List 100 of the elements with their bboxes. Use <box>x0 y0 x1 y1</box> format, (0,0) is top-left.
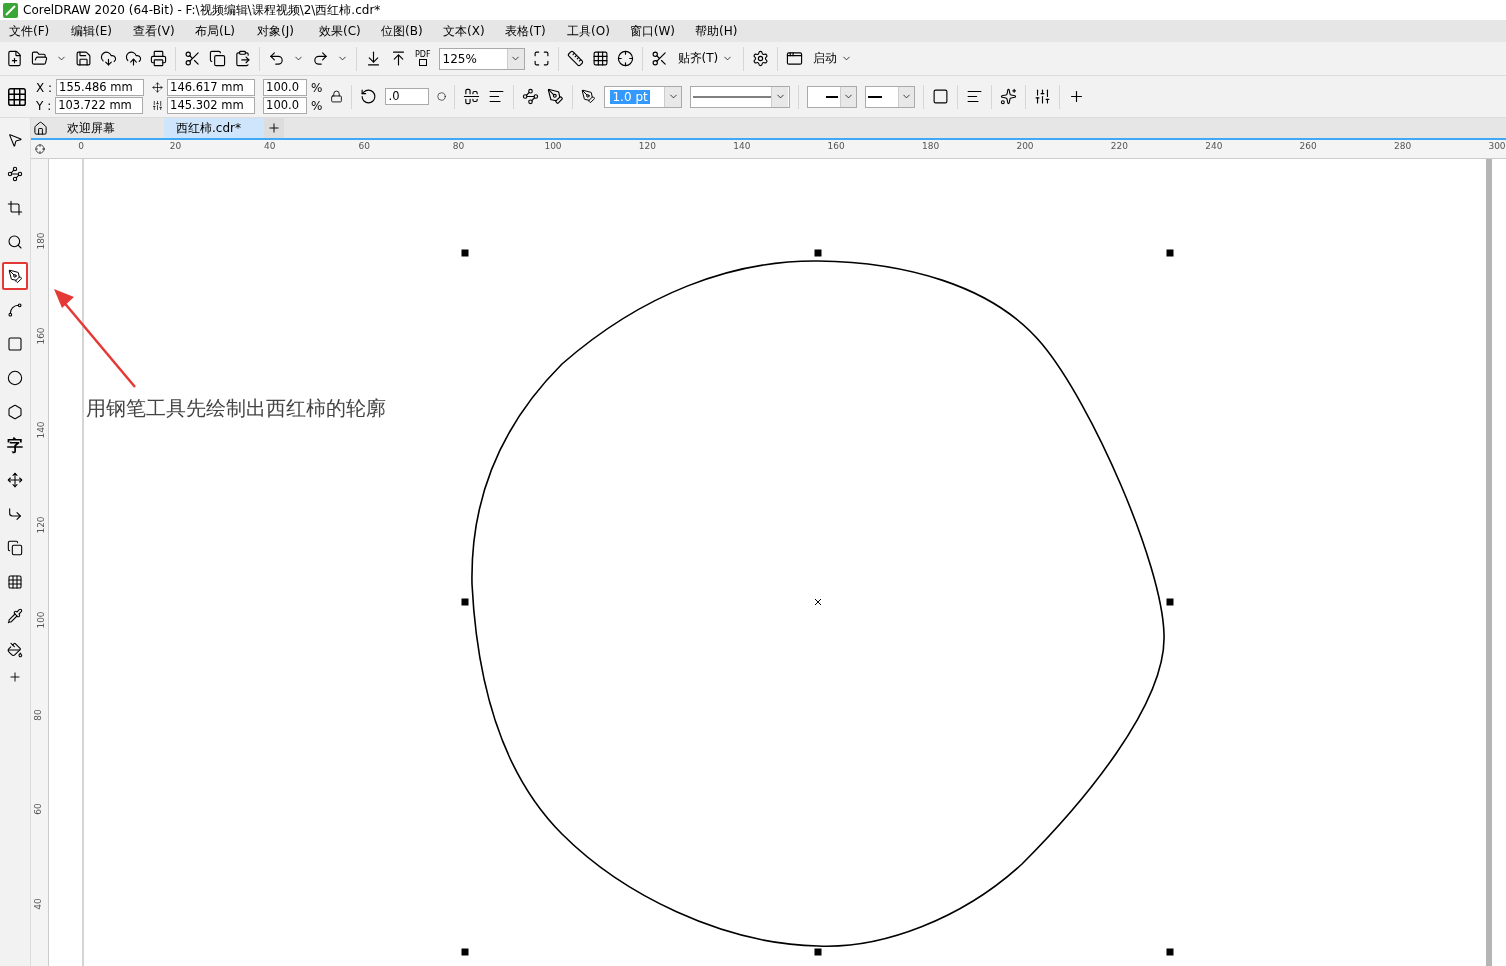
ruler-label: 40 <box>32 898 43 910</box>
x-label: X : <box>36 80 53 95</box>
cut-icon[interactable] <box>184 50 201 67</box>
launch-dropdown[interactable]: 启动 <box>811 50 855 67</box>
ruler-label: 220 <box>1110 141 1128 151</box>
redo-icon[interactable] <box>312 50 329 67</box>
menu-item[interactable]: 查看(V) <box>133 22 175 40</box>
menu-item[interactable]: 帮助(H) <box>695 22 738 40</box>
menu-item[interactable]: 编辑(E) <box>71 22 113 40</box>
save-icon[interactable] <box>75 50 92 67</box>
shadow-icon[interactable] <box>7 540 23 556</box>
selection-handle[interactable] <box>461 598 469 606</box>
menu-item[interactable]: 效果(C) <box>319 22 361 40</box>
menu-item[interactable]: 表格(T) <box>505 22 547 40</box>
solid-line-icon <box>691 94 772 99</box>
node-icon[interactable] <box>522 88 540 105</box>
fill-icon[interactable] <box>7 642 23 658</box>
curve-icon[interactable] <box>7 302 23 318</box>
line-style-dropdown[interactable] <box>690 85 791 108</box>
rotate-icon[interactable] <box>360 88 378 105</box>
add-tool-icon[interactable] <box>8 670 22 684</box>
hexagon-icon[interactable] <box>7 404 23 420</box>
window-icon[interactable] <box>786 50 804 67</box>
center-mark <box>814 598 822 606</box>
undo-icon[interactable] <box>268 50 285 67</box>
ruler-label: 60 <box>32 803 43 815</box>
crop-icon[interactable] <box>7 200 23 216</box>
pen-options-icon[interactable] <box>547 88 565 105</box>
selection-handle[interactable] <box>1166 249 1174 257</box>
selection-handle[interactable] <box>814 249 822 257</box>
end-arrow-dropdown[interactable] <box>865 85 916 108</box>
outline-pen-icon[interactable] <box>581 89 597 104</box>
ruler-label: 180 <box>35 232 46 250</box>
tool-slot[interactable]: 字 <box>2 432 28 460</box>
selection-handle[interactable] <box>461 249 469 257</box>
print-icon[interactable] <box>150 50 167 67</box>
selection-handle[interactable] <box>1166 948 1174 956</box>
eyedropper-icon[interactable] <box>7 608 23 624</box>
zoom-icon[interactable] <box>7 234 23 250</box>
lock-icon[interactable] <box>330 90 344 103</box>
menu-item[interactable]: 文件(F) <box>9 22 51 40</box>
pen-icon[interactable] <box>7 268 23 284</box>
ruler-origin-icon[interactable] <box>34 144 45 154</box>
align-icon[interactable] <box>488 88 506 105</box>
ruler-label: 60 <box>358 141 370 151</box>
menu-item[interactable]: 位图(B) <box>381 22 423 40</box>
ruler-icon[interactable] <box>566 50 584 67</box>
export-icon[interactable] <box>390 50 407 67</box>
ellipse-icon[interactable] <box>7 370 23 386</box>
home-icon[interactable] <box>32 120 48 136</box>
guidelines-icon[interactable] <box>616 50 634 67</box>
snap-dropdown[interactable]: 贴齐(T) <box>675 50 736 67</box>
height-field[interactable]: 145.302 mm <box>167 97 256 114</box>
zoom-level-dropdown[interactable]: 125% <box>438 47 525 70</box>
selection-handle[interactable] <box>461 948 469 956</box>
pointer-icon[interactable] <box>7 132 23 148</box>
ruler-label: 260 <box>1299 141 1317 151</box>
ruler-label: 280 <box>1394 141 1412 151</box>
width-field[interactable]: 146.617 mm <box>167 79 256 96</box>
ruler-label: 160 <box>827 141 845 151</box>
import-icon[interactable] <box>365 50 382 67</box>
ruler-label: 80 <box>32 708 43 721</box>
cloud-download-icon[interactable] <box>100 50 117 67</box>
cloud-upload-icon[interactable] <box>125 50 142 67</box>
grid-icon[interactable] <box>591 50 609 67</box>
percent-sign: % <box>311 80 323 95</box>
menu-item[interactable]: 布局(L) <box>195 22 237 40</box>
rotation-field[interactable]: .0 <box>385 88 430 105</box>
connector-icon[interactable] <box>7 506 23 522</box>
ruler-label: 0 <box>78 141 84 151</box>
rectangle-icon[interactable] <box>7 336 23 352</box>
text-tool-glyph[interactable]: 字 <box>7 435 23 457</box>
tool-slot[interactable] <box>2 262 28 290</box>
open-folder-icon[interactable] <box>31 50 48 67</box>
menu-item[interactable]: 窗口(W) <box>629 22 676 40</box>
shape-tool-icon[interactable] <box>7 166 23 182</box>
menu-item[interactable]: 工具(O) <box>567 22 610 40</box>
selection-handle[interactable] <box>814 948 822 956</box>
scale-y-field[interactable]: 100.0 <box>263 97 308 114</box>
y-position-field[interactable]: 103.722 mm <box>55 97 144 114</box>
settings-icon[interactable] <box>752 50 770 67</box>
annotation-text: 用钢笔工具先绘制出西红柿的轮廓 <box>86 395 386 422</box>
start-arrow-dropdown[interactable] <box>807 85 858 108</box>
line-end-icon <box>868 95 882 98</box>
degree-icon <box>437 92 447 101</box>
window-title: CorelDRAW 2020 (64-Bit) - F:\视频编辑\课程视频\2\西红柿.cdr* <box>23 1 381 19</box>
copy-icon[interactable] <box>209 50 226 67</box>
menu-item[interactable]: 对象(J) <box>257 22 299 40</box>
checkerboard-icon[interactable] <box>7 574 23 590</box>
menu-item[interactable]: 文本(X) <box>443 22 485 40</box>
document-tab[interactable]: 西红柿.cdr* <box>164 118 264 138</box>
x-position-field[interactable]: 155.486 mm <box>56 79 145 96</box>
ruler-label: 140 <box>35 421 46 439</box>
scale-x-field[interactable]: 100.0 <box>263 79 308 96</box>
ruler-label: 120 <box>35 516 46 534</box>
new-document-icon[interactable] <box>6 50 23 67</box>
selection-handle[interactable] <box>1166 598 1174 606</box>
paste-icon[interactable] <box>234 50 251 67</box>
add-tab-icon[interactable] <box>267 121 281 135</box>
full-screen-icon[interactable] <box>532 50 550 67</box>
